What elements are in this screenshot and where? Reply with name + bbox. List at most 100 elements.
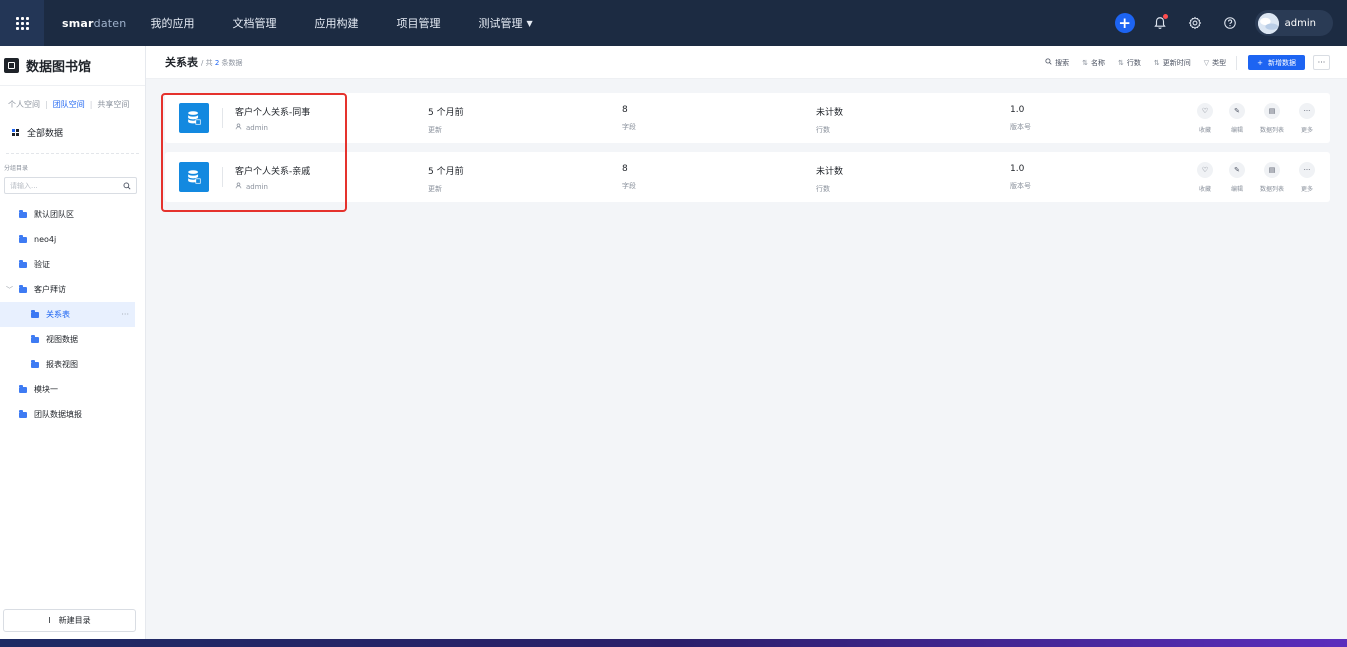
version-value: 1.0 <box>1010 164 1025 174</box>
more-label: 更多 <box>1300 127 1313 134</box>
more-icon[interactable]: ··· <box>121 310 129 319</box>
edit-label: 编辑 <box>1230 127 1243 134</box>
folder-icon <box>31 310 39 318</box>
folder-icon <box>31 360 39 368</box>
col-version: 1.0 版本号 <box>1010 105 1031 132</box>
sort-by-updated[interactable]: ⇅ 更新时间 <box>1154 58 1191 68</box>
app-launcher-button[interactable] <box>0 0 44 46</box>
filter-type-label: 类型 <box>1212 58 1227 67</box>
folder-icon <box>19 285 27 293</box>
col-version: 1.0 版本号 <box>1010 164 1031 191</box>
tree-item-label: 客户拜访 <box>34 285 66 294</box>
tree-item-report-view[interactable]: 报表视图 <box>0 352 145 377</box>
nav-app-builder[interactable]: 应用构建 <box>314 15 358 31</box>
bell-icon[interactable] <box>1150 13 1170 33</box>
add-data-button[interactable]: + 新增数据 <box>1248 55 1305 70</box>
bottom-bar <box>0 639 1347 647</box>
folder-icon <box>19 410 27 418</box>
all-data-label: 全部数据 <box>27 129 64 139</box>
search-label: 搜索 <box>1055 58 1070 67</box>
tree-item-customer-visit[interactable]: ﹀ 客户拜访 <box>0 277 145 302</box>
plus-icon[interactable]: + <box>1114 13 1135 33</box>
tree-item-label: neo4j <box>34 235 57 244</box>
version-label: 版本号 <box>1010 123 1031 131</box>
sort-by-name[interactable]: ⇅ 名称 <box>1082 58 1105 68</box>
tree-item-default-team[interactable]: 默认团队区 <box>0 202 145 227</box>
search-button[interactable]: 搜索 <box>1045 58 1069 68</box>
fields-value: 8 <box>622 105 628 115</box>
category-tree: 默认团队区 neo4j 验证 ﹀ 客户拜访 关系表 ··· 视图数据 报表视图 模块… <box>0 194 145 427</box>
favorite-button[interactable]: ♡ 收藏 <box>1194 162 1216 193</box>
tab-team-space[interactable]: 团队空间 <box>53 99 85 110</box>
rows-label: 行数 <box>816 185 830 193</box>
add-data-label: 新增数据 <box>1268 58 1296 67</box>
tab-shared-space[interactable]: 共享空间 <box>97 99 129 110</box>
category-search-input[interactable] <box>10 181 100 190</box>
fields-label: 字段 <box>622 123 636 131</box>
sort-name-label: 名称 <box>1090 58 1105 67</box>
more-icon: ··· <box>1299 103 1315 119</box>
favorite-label: 收藏 <box>1198 186 1211 193</box>
highlight-box <box>161 93 347 212</box>
favorite-button[interactable]: ♡ 收藏 <box>1194 103 1216 134</box>
tree-item-relation-table[interactable]: 关系表 ··· <box>0 302 135 327</box>
new-directory-button[interactable]: I 新建目录 <box>3 609 136 632</box>
tree-item-neo4j[interactable]: neo4j <box>0 227 145 252</box>
category-search <box>4 177 137 194</box>
folder-icon <box>19 385 27 393</box>
nav-test-management-label: 测试管理 <box>478 17 523 30</box>
user-menu[interactable]: admin <box>1254 10 1333 36</box>
data-list-button[interactable]: ▤ 数据列表 <box>1258 103 1286 134</box>
fields-label: 字段 <box>622 182 636 190</box>
chevron-down-icon[interactable]: ﹀ <box>6 285 13 295</box>
heart-icon: ♡ <box>1197 162 1213 178</box>
all-data-item[interactable]: 全部数据 <box>0 110 145 144</box>
count-suffix: 条数据 <box>221 59 243 67</box>
cursor-bar-icon: I <box>48 616 51 625</box>
more-options-button[interactable]: ··· <box>1313 55 1330 70</box>
tree-item-label: 报表视图 <box>46 360 78 369</box>
library-icon <box>4 58 19 73</box>
col-fields: 8 字段 <box>622 164 636 191</box>
tree-item-verify[interactable]: 验证 <box>0 252 145 277</box>
tree-item-label: 关系表 <box>46 310 70 319</box>
tab-separator: | <box>45 100 48 109</box>
search-icon[interactable] <box>123 182 131 190</box>
nav-project-management[interactable]: 项目管理 <box>396 15 440 31</box>
edit-label: 编辑 <box>1230 186 1243 193</box>
heart-icon: ♡ <box>1197 103 1213 119</box>
toolbar: 搜索 ⇅ 名称 ⇅ 行数 ⇅ 更新时间 ▽ 类型 + 新增数据 ··· <box>1045 55 1330 70</box>
caret-down-icon: ▼ <box>526 18 533 28</box>
nav-my-apps[interactable]: 我的应用 <box>150 15 194 31</box>
toolbar-divider <box>1236 55 1238 70</box>
sort-by-rows[interactable]: ⇅ 行数 <box>1118 58 1141 68</box>
more-button[interactable]: ··· 更多 <box>1296 103 1318 134</box>
edit-button[interactable]: ✎ 编辑 <box>1226 103 1248 134</box>
filter-type[interactable]: ▽ 类型 <box>1204 58 1226 68</box>
table-icon: ▤ <box>1264 162 1280 178</box>
tree-item-team-data-fill[interactable]: 团队数据填报 <box>0 402 145 427</box>
folder-icon <box>19 260 27 268</box>
brand-logo[interactable]: smardaten <box>62 17 126 30</box>
data-list-label: 数据列表 <box>1259 186 1284 193</box>
nav-doc-management[interactable]: 文档管理 <box>232 15 276 31</box>
notification-dot <box>1162 14 1168 19</box>
edit-button[interactable]: ✎ 编辑 <box>1226 162 1248 193</box>
data-list-button[interactable]: ▤ 数据列表 <box>1258 162 1286 193</box>
tree-item-module-one[interactable]: 模块一 <box>0 377 145 402</box>
filter-icon: ▽ <box>1203 58 1210 67</box>
favorite-label: 收藏 <box>1198 127 1211 134</box>
all-data-icon <box>12 129 19 136</box>
question-icon[interactable] <box>1220 13 1240 33</box>
record-count: / 共 2 条数据 <box>201 58 243 68</box>
tree-item-view-data[interactable]: 视图数据 <box>0 327 145 352</box>
sort-icon: ⇅ <box>1082 58 1088 67</box>
data-list-label: 数据列表 <box>1259 127 1284 134</box>
tab-personal-space[interactable]: 个人空间 <box>8 99 40 110</box>
gear-icon[interactable] <box>1185 13 1205 33</box>
more-button[interactable]: ··· 更多 <box>1296 162 1318 193</box>
sort-updated-label: 更新时间 <box>1162 58 1191 67</box>
col-updated: 5 个月前 更新 <box>428 164 464 194</box>
nav-test-management[interactable]: 测试管理 ▼ <box>478 15 532 31</box>
list-header: 关系表 / 共 2 条数据 搜索 ⇅ 名称 ⇅ 行数 ⇅ 更新时间 ▽ 类型 + 新增数据… <box>146 46 1347 79</box>
